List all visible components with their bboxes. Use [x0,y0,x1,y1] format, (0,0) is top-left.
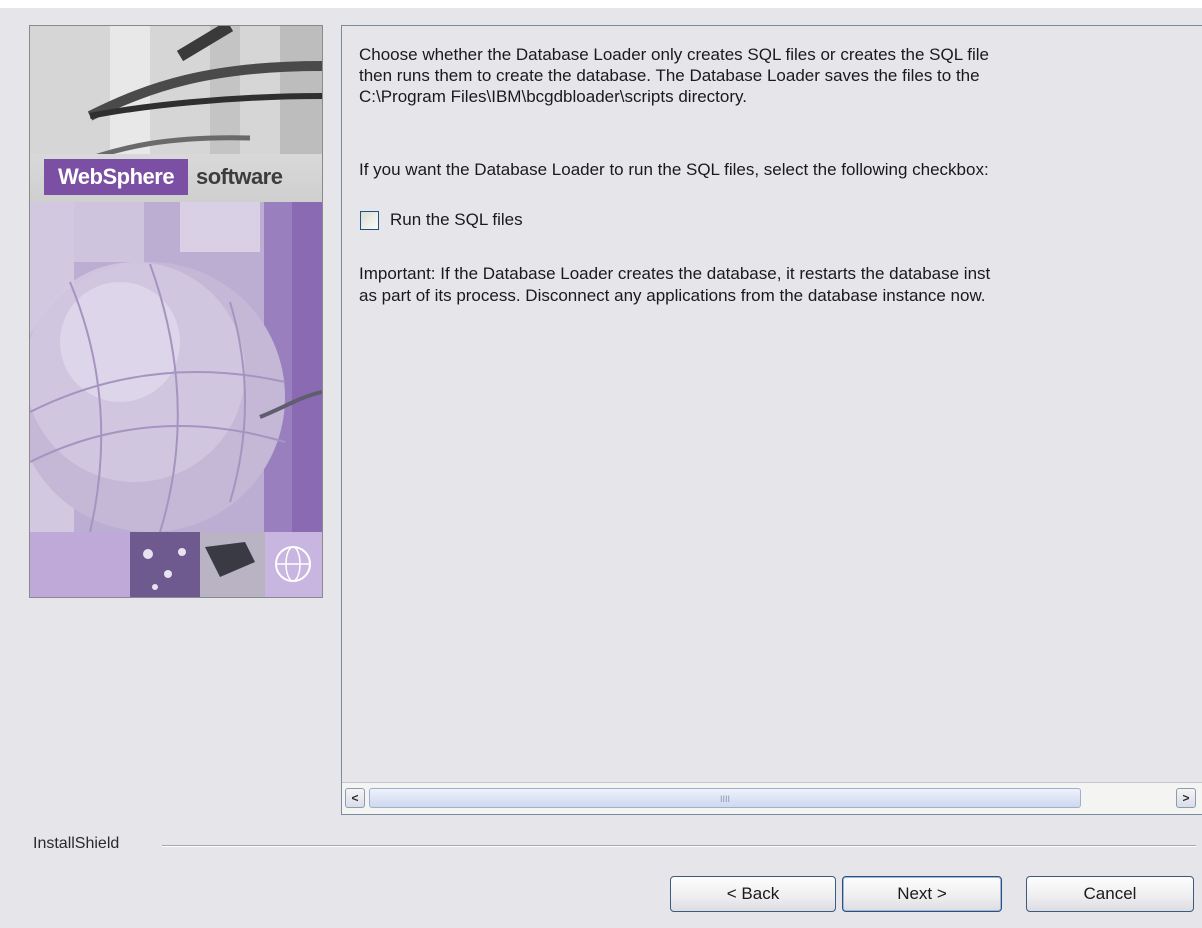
websphere-logo: WebSphere [44,159,188,195]
software-logo-text: software [196,164,283,189]
chevron-right-icon[interactable]: > [1176,788,1196,808]
installshield-label: InstallShield [33,835,120,852]
window-top-edge [0,0,1202,8]
instruction-text: If you want the Database Loader to run t… [359,160,989,179]
footer-divider [162,845,1196,847]
description-line-1: Choose whether the Database Loader only … [359,45,989,64]
content-panel: Choose whether the Database Loader only … [341,25,1202,815]
important-line-1: Important: If the Database Loader create… [359,264,991,283]
horizontal-scrollbar[interactable]: < IIII > [342,782,1202,814]
important-line-2: as part of its process. Disconnect any a… [359,286,986,305]
run-sql-files-label[interactable]: Run the SQL files [390,210,523,230]
cancel-button[interactable]: Cancel [1026,876,1194,912]
description-paragraph: Choose whether the Database Loader only … [359,44,1202,107]
back-button[interactable]: < Back [670,876,836,912]
websphere-banner-image: WebSphere software [29,25,323,598]
globe-icon [30,202,322,597]
globe-artwork [30,202,322,597]
scrollbar-thumb[interactable]: IIII [369,788,1081,808]
next-button[interactable]: Next > [842,876,1002,912]
run-sql-files-option[interactable]: Run the SQL files [360,210,523,230]
description-line-3: C:\Program Files\IBM\bcgdbloader\scripts… [359,87,747,106]
chevron-left-icon[interactable]: < [345,788,365,808]
thumb-grip-icon: IIII [719,794,731,804]
description-line-2: then runs them to create the database. T… [359,66,980,85]
important-note: Important: If the Database Loader create… [359,263,990,307]
run-sql-files-checkbox[interactable] [360,210,379,230]
